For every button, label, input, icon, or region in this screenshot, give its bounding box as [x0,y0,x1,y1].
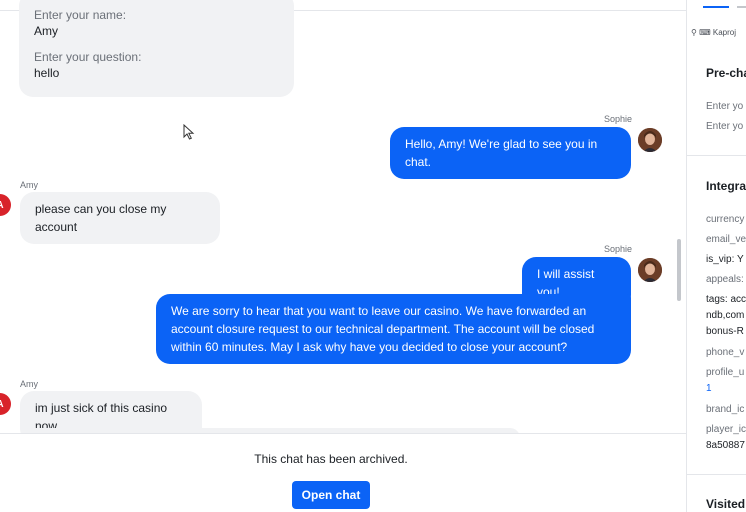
prechat-row: Enter yo [706,101,744,112]
chat-footer: This chat has been archived. Open chat [0,433,686,512]
prechat-row: Enter yo [706,121,744,132]
question-value: hello [34,66,60,80]
integration-row: is_vip: Y [706,254,744,265]
keyboard-label: Kaproj [712,28,736,37]
keyboard-icon: ⌨ [699,28,711,37]
message-sender: Sophie [603,244,632,254]
integration-row: player_ic [706,424,746,435]
chat-transcript: Enter your name: Amy Enter your question… [0,0,686,512]
details-panel: ⚲ ⌨ Kaproj Pre-cha Enter yo Enter yo Int… [686,0,746,512]
integration-row: bonus-R [706,326,744,337]
pin-icon: ⚲ [691,28,697,37]
agent-photo-icon [638,128,662,152]
integration-row: 8a50887 [706,440,745,451]
agent-avatar [638,258,662,282]
visitor-avatar: A [0,393,11,415]
integration-section-title: Integra [706,179,746,193]
prechat-form-bubble: Enter your name: Amy Enter your question… [19,0,294,97]
visited-section-title: Visited [706,497,746,511]
integration-row: currency [706,214,745,225]
tab-indicator [737,6,746,8]
integration-row: profile_u [706,367,745,378]
integration-row-link[interactable]: 1 [706,383,712,394]
tab-active-indicator [703,6,729,8]
name-value: Amy [34,24,58,38]
prechat-section-title: Pre-cha [706,66,746,80]
open-chat-button[interactable]: Open chat [292,481,370,509]
integration-row: email_ve [706,234,746,245]
keyboard-toolbar: ⚲ ⌨ Kaproj [691,28,736,37]
scrollbar-thumb[interactable] [677,239,681,301]
integration-row: ndb,com [706,310,745,321]
integration-row: tags: acc [706,294,746,305]
integration-row: brand_ic [706,404,745,415]
mouse-cursor-icon [183,124,195,140]
agent-message: We are sorry to hear that you want to le… [156,294,631,364]
message-sender: Sophie [603,114,632,124]
agent-avatar [638,128,662,152]
message-sender: Amy [20,379,38,389]
visitor-message: please can you close my account [20,192,220,244]
agent-photo-icon [638,258,662,282]
integration-row: phone_v [706,347,745,358]
panel-divider [687,155,746,156]
panel-divider [687,474,746,475]
archived-notice: This chat has been archived. [254,452,408,466]
integration-row: appeals: [706,274,744,285]
message-sender: Amy [20,180,38,190]
visitor-avatar: A [0,194,11,216]
question-label: Enter your question: [34,50,142,64]
agent-message: Hello, Amy! We're glad to see you in cha… [390,127,631,179]
name-label: Enter your name: [34,8,127,22]
